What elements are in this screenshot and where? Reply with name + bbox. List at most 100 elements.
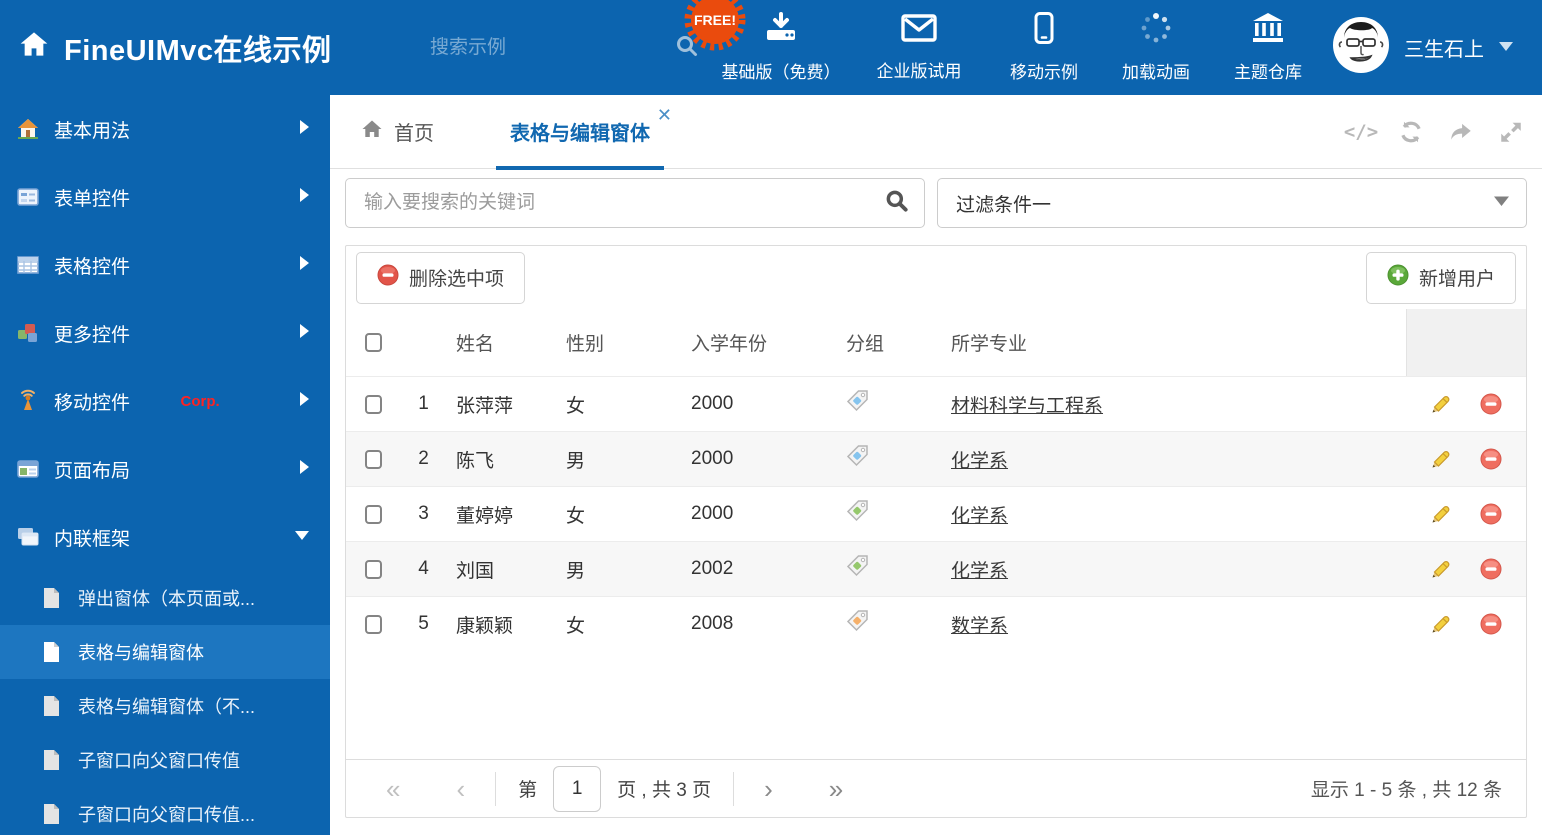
- table-row[interactable]: 3 董婷婷 女 2000 化学系: [346, 486, 1526, 541]
- row-index: 2: [418, 448, 429, 469]
- delete-minus-icon[interactable]: [1480, 448, 1502, 470]
- sidebar-item-mobile-controls[interactable]: 移动控件 Corp.: [0, 367, 330, 435]
- row-checkbox[interactable]: [365, 504, 382, 524]
- tab-home-label: 首页: [394, 123, 434, 145]
- table-row[interactable]: 4 刘国 男 2002 化学系: [346, 541, 1526, 596]
- cell-year: 2002: [691, 558, 734, 579]
- chevron-down-icon: [1493, 194, 1510, 212]
- user-menu[interactable]: 三生石上: [1332, 0, 1514, 95]
- filter-dropdown[interactable]: 过滤条件一: [937, 178, 1527, 228]
- chevron-right-icon: [299, 255, 310, 276]
- top-header: FineUIMvc在线示例 FREE! 基础版（免费）: [0, 0, 1542, 95]
- nav-item-mobile-demo[interactable]: 移动示例: [988, 12, 1100, 83]
- delete-selected-button[interactable]: 删除选中项: [356, 251, 526, 304]
- sidebar-item-label: 表单控件: [54, 188, 131, 210]
- tab-home[interactable]: 首页: [360, 117, 434, 147]
- tag-icon: [836, 499, 951, 529]
- header-search-input[interactable]: [430, 37, 675, 59]
- edit-pencil-icon[interactable]: [1430, 613, 1452, 635]
- close-icon[interactable]: ✕: [657, 105, 672, 126]
- add-user-button[interactable]: 新增用户: [1365, 251, 1516, 304]
- grid-header-year[interactable]: 入学年份: [691, 329, 836, 356]
- sidebar-item-inline-frame[interactable]: 内联框架: [0, 503, 330, 571]
- major-link[interactable]: 化学系: [951, 506, 1008, 527]
- cell-year: 2000: [691, 448, 734, 469]
- nav-item-theme-store[interactable]: 主题仓库: [1212, 12, 1324, 83]
- row-checkbox[interactable]: [365, 394, 382, 414]
- sidebar-item-more-controls[interactable]: 更多控件: [0, 299, 330, 367]
- app-window: FineUIMvc在线示例 FREE! 基础版（免费）: [0, 0, 1542, 835]
- header-search: [430, 28, 697, 68]
- filter-dropdown-value: 过滤条件一: [956, 194, 1052, 216]
- free-badge: FREE!: [684, 0, 746, 53]
- select-all-checkbox[interactable]: [365, 333, 382, 352]
- row-index: 1: [418, 393, 429, 414]
- sidebar-item-page-layout[interactable]: 页面布局: [0, 435, 330, 503]
- row-checkbox[interactable]: [365, 449, 382, 469]
- page-number-input[interactable]: [553, 765, 602, 812]
- grid-header-gender[interactable]: 性别: [566, 329, 691, 356]
- sidebar-subitem-child-to-parent-2[interactable]: 子窗口向父窗口传值...: [0, 787, 330, 835]
- tab-active-label: 表格与编辑窗体: [510, 123, 650, 145]
- sidebar-subitem-popup-window[interactable]: 弹出窗体（本页面或...: [0, 571, 330, 625]
- tag-icon: [836, 554, 951, 584]
- grid-header-group[interactable]: 分组: [836, 329, 951, 356]
- delete-minus-icon[interactable]: [1480, 393, 1502, 415]
- first-page-button[interactable]: «: [370, 776, 416, 802]
- nav-label: 主题仓库: [1234, 63, 1302, 82]
- sidebar-item-label: 内联框架: [54, 528, 131, 550]
- edit-pencil-icon[interactable]: [1430, 503, 1452, 525]
- sidebar-item-basic-usage[interactable]: 基本用法: [0, 95, 330, 163]
- sidebar-item-form-controls[interactable]: 表单控件: [0, 163, 330, 231]
- share-icon[interactable]: [1448, 119, 1474, 145]
- table-row[interactable]: 2 陈飞 男 2000 化学系: [346, 431, 1526, 486]
- keyword-search-input[interactable]: [364, 192, 884, 214]
- delete-minus-icon[interactable]: [1480, 613, 1502, 635]
- delete-minus-icon[interactable]: [1480, 558, 1502, 580]
- refresh-icon[interactable]: [1398, 119, 1424, 145]
- table-icon: [16, 253, 40, 277]
- keyword-search-box: [345, 178, 925, 228]
- frames-icon: [16, 525, 40, 549]
- table-row[interactable]: 1 张萍萍 女 2000 材料科学与工程系: [346, 376, 1526, 431]
- pager-divider: [495, 771, 497, 806]
- tag-icon: [836, 389, 951, 419]
- pagination-bar: « ‹ 第 页 , 共 3 页 › » 显示 1 - 5 条 , 共 12 条: [346, 759, 1526, 817]
- sidebar-item-label: 更多控件: [54, 324, 131, 346]
- table-row[interactable]: 5 康颖颖 女 2008 数学系: [346, 596, 1526, 651]
- major-link[interactable]: 数学系: [951, 616, 1008, 637]
- edit-pencil-icon[interactable]: [1430, 558, 1452, 580]
- prev-page-button[interactable]: ‹: [440, 776, 481, 802]
- row-checkbox[interactable]: [365, 559, 382, 579]
- file-icon: [40, 803, 62, 825]
- cell-year: 2008: [691, 613, 734, 634]
- file-icon: [40, 749, 62, 771]
- tab-grid-edit-window[interactable]: 表格与编辑窗体 ✕: [496, 95, 672, 170]
- download-icon: [764, 12, 798, 49]
- sidebar-subitem-grid-edit-window[interactable]: 表格与编辑窗体: [0, 625, 330, 679]
- source-code-icon[interactable]: </>: [1344, 119, 1378, 145]
- major-link[interactable]: 化学系: [951, 561, 1008, 582]
- chevron-right-icon: [299, 391, 310, 412]
- grid-header-name[interactable]: 姓名: [446, 329, 566, 356]
- grid-header-major[interactable]: 所学专业: [951, 329, 1406, 356]
- sidebar-subitem-child-to-parent[interactable]: 子窗口向父窗口传值: [0, 733, 330, 787]
- sidebar-item-grid-controls[interactable]: 表格控件: [0, 231, 330, 299]
- nav-item-loading-animation[interactable]: 加载动画: [1100, 12, 1212, 83]
- main-content: 首页 表格与编辑窗体 ✕ </> 输入要搜索的关键词 过滤条件一 删除选中项 新…: [330, 95, 1542, 835]
- row-checkbox[interactable]: [365, 614, 382, 634]
- delete-minus-icon[interactable]: [1480, 503, 1502, 525]
- major-link[interactable]: 化学系: [951, 451, 1008, 472]
- expand-icon[interactable]: [1498, 119, 1524, 145]
- nav-item-enterprise-trial[interactable]: 企业版试用: [850, 13, 988, 82]
- next-page-button[interactable]: ›: [748, 776, 789, 802]
- edit-pencil-icon[interactable]: [1430, 393, 1452, 415]
- sidebar-subitem-grid-edit-window-2[interactable]: 表格与编辑窗体（不...: [0, 679, 330, 733]
- brand[interactable]: FineUIMvc在线示例: [18, 0, 332, 95]
- search-icon[interactable]: [884, 188, 910, 219]
- edit-pencil-icon[interactable]: [1430, 448, 1452, 470]
- avatar: [1332, 16, 1390, 79]
- major-link[interactable]: 材料科学与工程系: [951, 396, 1103, 417]
- tag-icon: [836, 444, 951, 474]
- last-page-button[interactable]: »: [813, 776, 859, 802]
